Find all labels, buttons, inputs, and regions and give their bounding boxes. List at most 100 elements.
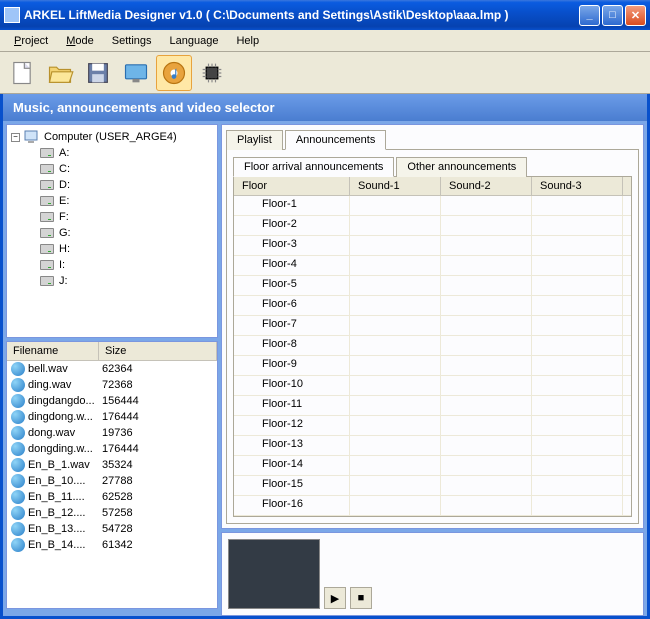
menu-project[interactable]: Project [6, 33, 56, 49]
cell-sound3[interactable] [532, 196, 623, 215]
maximize-button[interactable]: □ [602, 5, 623, 26]
play-button[interactable]: ▶ [324, 587, 346, 609]
stop-button[interactable]: ■ [350, 587, 372, 609]
file-row[interactable]: bell.wav62364 [7, 361, 217, 377]
grid-row[interactable]: Floor-2 [234, 216, 631, 236]
cell-sound3[interactable] [532, 316, 623, 335]
tree-drive[interactable]: J: [39, 273, 213, 289]
cell-sound1[interactable] [350, 496, 441, 515]
file-row[interactable]: En_B_1.wav35324 [7, 457, 217, 473]
grid-col-floor[interactable]: Floor [234, 177, 350, 195]
cell-sound1[interactable] [350, 196, 441, 215]
grid-row[interactable]: Floor-6 [234, 296, 631, 316]
minimize-button[interactable]: _ [579, 5, 600, 26]
file-row[interactable]: En_B_14....61342 [7, 537, 217, 553]
cell-sound3[interactable] [532, 396, 623, 415]
grid-row[interactable]: Floor-3 [234, 236, 631, 256]
file-list[interactable]: bell.wav62364ding.wav72368dingdangdo...1… [7, 361, 217, 608]
grid-row[interactable]: Floor-15 [234, 476, 631, 496]
cell-sound2[interactable] [441, 276, 532, 295]
cell-sound3[interactable] [532, 476, 623, 495]
menu-settings[interactable]: Settings [104, 33, 160, 49]
tree-drive[interactable]: I: [39, 257, 213, 273]
cell-sound1[interactable] [350, 296, 441, 315]
monitor-button[interactable] [118, 55, 154, 91]
cell-sound1[interactable] [350, 416, 441, 435]
cell-sound2[interactable] [441, 416, 532, 435]
grid-col-sound2[interactable]: Sound-2 [441, 177, 532, 195]
cell-sound2[interactable] [441, 256, 532, 275]
cell-sound2[interactable] [441, 456, 532, 475]
file-row[interactable]: dingdong.w...176444 [7, 409, 217, 425]
menu-mode[interactable]: Mode [58, 33, 102, 49]
grid-col-sound1[interactable]: Sound-1 [350, 177, 441, 195]
cell-sound3[interactable] [532, 336, 623, 355]
subtab-floor-arrival[interactable]: Floor arrival announcements [233, 157, 394, 177]
cell-sound1[interactable] [350, 476, 441, 495]
cell-sound2[interactable] [441, 496, 532, 515]
file-row[interactable]: ding.wav72368 [7, 377, 217, 393]
grid-row[interactable]: Floor-7 [234, 316, 631, 336]
menu-help[interactable]: Help [228, 33, 267, 49]
grid-row[interactable]: Floor-10 [234, 376, 631, 396]
menu-language[interactable]: Language [162, 33, 227, 49]
cell-sound1[interactable] [350, 356, 441, 375]
audio-button[interactable] [156, 55, 192, 91]
cell-sound1[interactable] [350, 376, 441, 395]
tree-drive[interactable]: G: [39, 225, 213, 241]
cell-sound2[interactable] [441, 196, 532, 215]
tree-drive[interactable]: A: [39, 145, 213, 161]
cell-sound1[interactable] [350, 276, 441, 295]
tab-announcements[interactable]: Announcements [285, 130, 387, 150]
col-filename[interactable]: Filename [7, 342, 99, 360]
cell-sound2[interactable] [441, 436, 532, 455]
cell-sound2[interactable] [441, 216, 532, 235]
cell-sound2[interactable] [441, 396, 532, 415]
grid-row[interactable]: Floor-1 [234, 196, 631, 216]
cell-sound1[interactable] [350, 316, 441, 335]
grid-row[interactable]: Floor-9 [234, 356, 631, 376]
tree-drive[interactable]: E: [39, 193, 213, 209]
file-row[interactable]: En_B_11....62528 [7, 489, 217, 505]
cell-sound3[interactable] [532, 256, 623, 275]
cell-sound3[interactable] [532, 436, 623, 455]
open-button[interactable] [42, 55, 78, 91]
file-row[interactable]: dong.wav19736 [7, 425, 217, 441]
file-row[interactable]: dongding.w...176444 [7, 441, 217, 457]
file-row[interactable]: dingdangdo...156444 [7, 393, 217, 409]
cell-sound1[interactable] [350, 236, 441, 255]
tree-drive[interactable]: H: [39, 241, 213, 257]
close-button[interactable]: ✕ [625, 5, 646, 26]
grid-col-sound3[interactable]: Sound-3 [532, 177, 623, 195]
cell-sound1[interactable] [350, 396, 441, 415]
grid-row[interactable]: Floor-8 [234, 336, 631, 356]
tree-root[interactable]: − Computer (USER_ARGE4) [11, 129, 213, 145]
cell-sound2[interactable] [441, 236, 532, 255]
grid-row[interactable]: Floor-5 [234, 276, 631, 296]
cell-sound3[interactable] [532, 236, 623, 255]
grid-row[interactable]: Floor-16 [234, 496, 631, 516]
cell-sound2[interactable] [441, 376, 532, 395]
chip-button[interactable] [194, 55, 230, 91]
cell-sound3[interactable] [532, 356, 623, 375]
cell-sound3[interactable] [532, 296, 623, 315]
cell-sound2[interactable] [441, 296, 532, 315]
grid-body[interactable]: Floor-1Floor-2Floor-3Floor-4Floor-5Floor… [234, 196, 631, 516]
grid-row[interactable]: Floor-12 [234, 416, 631, 436]
cell-sound3[interactable] [532, 216, 623, 235]
tree-drive[interactable]: C: [39, 161, 213, 177]
cell-sound3[interactable] [532, 456, 623, 475]
cell-sound1[interactable] [350, 436, 441, 455]
tree-drive[interactable]: F: [39, 209, 213, 225]
grid-row[interactable]: Floor-11 [234, 396, 631, 416]
cell-sound3[interactable] [532, 276, 623, 295]
grid-row[interactable]: Floor-4 [234, 256, 631, 276]
file-row[interactable]: En_B_13....54728 [7, 521, 217, 537]
cell-sound2[interactable] [441, 356, 532, 375]
cell-sound1[interactable] [350, 456, 441, 475]
cell-sound2[interactable] [441, 336, 532, 355]
cell-sound2[interactable] [441, 476, 532, 495]
grid-row[interactable]: Floor-14 [234, 456, 631, 476]
tab-playlist[interactable]: Playlist [226, 130, 283, 150]
file-row[interactable]: En_B_10....27788 [7, 473, 217, 489]
